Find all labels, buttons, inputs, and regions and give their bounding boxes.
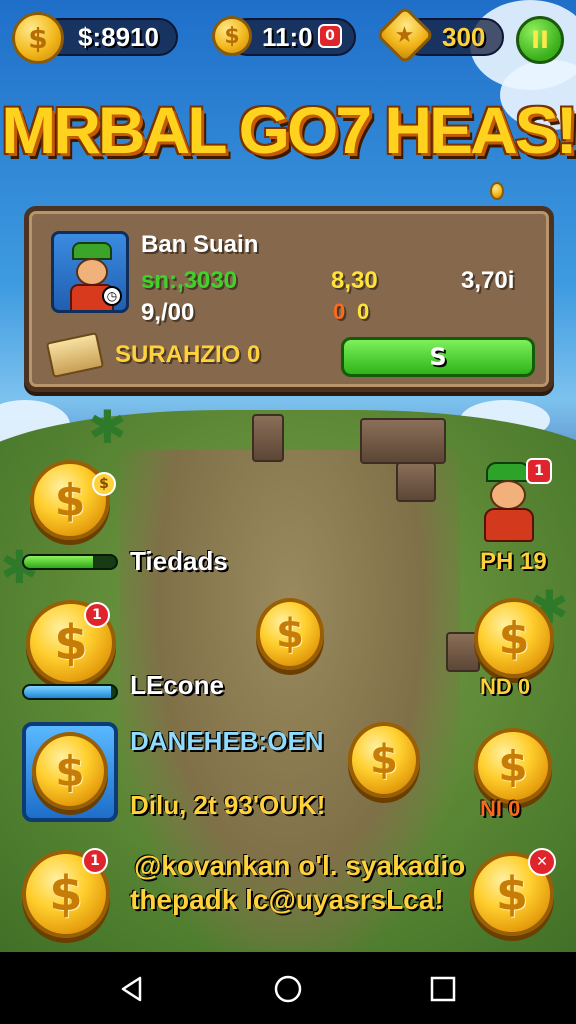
pause-button[interactable]: II [516, 16, 564, 64]
coin-icon [490, 182, 504, 200]
timer-value: 11:0 [262, 22, 313, 52]
money-value: $:8910 [78, 22, 159, 52]
coin-pickup[interactable]: $ [474, 598, 554, 678]
stat-value: 3,70i [461, 267, 515, 294]
back-icon[interactable] [116, 972, 150, 1006]
hat-shape [486, 462, 530, 482]
offer-title: DANEHEB:OEN [130, 726, 324, 756]
coin-pickup[interactable]: $ [474, 728, 552, 804]
coin-icon: $ [32, 732, 108, 810]
game-title: MRBAL GO7 HEAS! [1, 93, 576, 167]
clock-icon: ◷ [102, 286, 122, 306]
stars-value: 300 [442, 22, 486, 52]
face-shape [76, 258, 108, 286]
character-badge: 1 [526, 458, 552, 484]
stat-value: 0 [333, 299, 346, 324]
coin-bag-item[interactable]: $ [30, 460, 110, 540]
top-hud: $ $:8910 $ 11:0 0 ★ 300 II [0, 5, 576, 65]
stat-value: sn:,3030 [141, 267, 238, 294]
coin-bag-badge-icon: $ [92, 472, 116, 496]
stat-value: 8,30 [331, 267, 378, 294]
item-label: Tiedads [130, 546, 228, 576]
coin-pickup[interactable]: $ [348, 722, 420, 798]
item-progress-fill [24, 686, 112, 698]
coin-badge: 1 [82, 848, 108, 874]
player-info-panel: ◷ Ban Suain sn:,3030 8,30 3,70i 9,/00 0 … [24, 206, 554, 392]
promo-line-1: @kovankan o'l. syakadio [134, 850, 466, 881]
stone-block [360, 418, 446, 464]
item-progress-bar [22, 554, 118, 570]
coin-badge: 1 [84, 602, 110, 628]
promo-line-2: thepadk lc@uyasrsLca! [130, 884, 444, 915]
stone-block [396, 462, 436, 502]
face-shape [490, 480, 526, 510]
coin-pickup[interactable]: $ [256, 598, 324, 670]
body-shape [484, 508, 534, 542]
offer-subtitle: Dilu, 2t 93'OUK! [130, 790, 326, 820]
stone-block [252, 414, 284, 462]
item-label: LEcone [130, 670, 224, 700]
coin-icon: $ [12, 12, 64, 64]
player-name: Ban Suain [141, 231, 259, 258]
home-icon[interactable] [271, 972, 305, 1006]
stat-value: 9,/00 [141, 299, 195, 326]
close-icon[interactable]: ✕ [528, 848, 556, 876]
palm-plant-icon: ✱ [88, 400, 127, 454]
item-progress-bar [22, 684, 118, 700]
recents-icon[interactable] [426, 972, 460, 1006]
timer-badge: 0 [318, 24, 342, 48]
item-progress-fill [24, 556, 93, 568]
character-label: PH 19 [480, 548, 547, 575]
stat-value: 0 [357, 299, 370, 324]
coin-label: NI 0 [480, 796, 521, 821]
wood-planks-icon [45, 331, 105, 379]
coin-label: ND 0 [480, 674, 531, 699]
coin-tile-button[interactable]: $ [22, 722, 118, 822]
collect-button[interactable]: S [341, 337, 535, 377]
player-avatar[interactable]: ◷ [51, 231, 129, 313]
resource-label: SURAHZIO 0 [115, 341, 261, 368]
system-nav-bar [0, 952, 576, 1024]
coin-icon: $ [212, 16, 252, 56]
